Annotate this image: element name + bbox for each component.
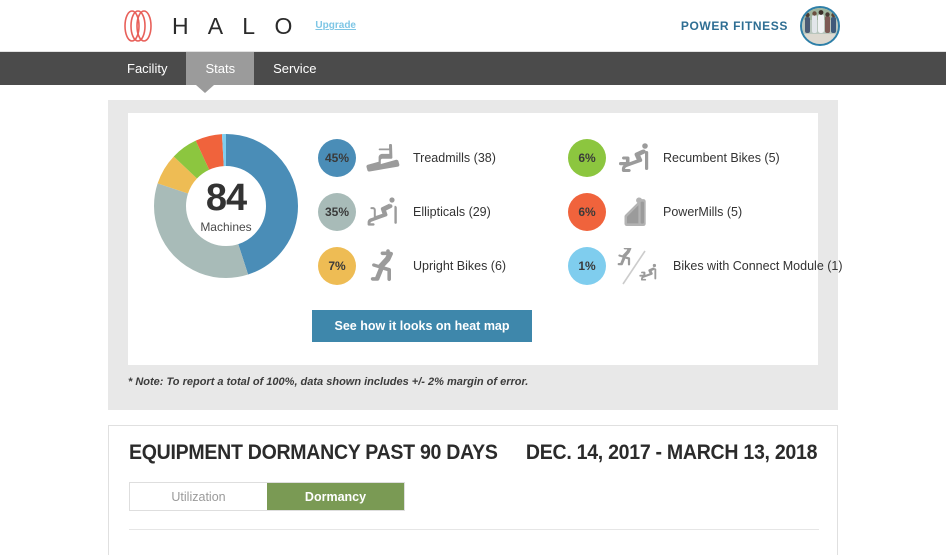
list-item[interactable]: 35% Ellipticals (29) <box>318 185 506 239</box>
logo-wordmark: H A L O <box>172 13 300 39</box>
donut-center-label: 84 Machines <box>150 130 302 282</box>
machines-total: 84 <box>205 176 247 219</box>
active-tab-pointer <box>196 85 214 93</box>
list-item[interactable]: 6% PowerMills (5) <box>568 185 843 239</box>
margin-of-error-note: * Note: To report a total of 100%, data … <box>128 376 529 388</box>
nav-item-stats[interactable]: Stats <box>186 52 255 85</box>
treadmill-icon <box>365 140 405 176</box>
legend-column-left: 45% Treadmills (38) 35% Ellipticals (29)… <box>318 131 506 293</box>
status-badge: 6% <box>568 193 606 231</box>
dormancy-panel: EQUIPMENT DORMANCY PAST 90 DAYS DEC. 14,… <box>108 425 838 555</box>
nav-items: Facility Stats Service <box>108 52 335 85</box>
app-header: H A L O Upgrade POWER FITNESS <box>0 0 946 52</box>
connect-module-bikes-icon <box>615 245 665 285</box>
metric-toggle: Utilization Dormancy <box>129 482 405 511</box>
powermill-icon <box>615 194 655 230</box>
list-item-label: Ellipticals (29) <box>413 205 491 219</box>
main-nav: Facility Stats Service <box>0 52 946 85</box>
runners-photo-avatar[interactable] <box>800 6 840 46</box>
list-item-label: Upright Bikes (6) <box>413 259 507 273</box>
status-badge: 35% <box>318 193 356 231</box>
upgrade-link[interactable]: Upgrade <box>315 9 356 43</box>
list-item[interactable]: 6% Recumbent Bikes (5) <box>568 131 843 185</box>
stats-panel: 84 Machines 45% Treadmills (38) 35% Elli… <box>108 100 843 410</box>
list-item[interactable]: 45% Treadmills (38) <box>318 131 506 185</box>
account-brand-group[interactable]: POWER FITNESS <box>681 6 840 46</box>
list-item[interactable]: 7% Upright Bikes (6) <box>318 239 506 293</box>
date-range-label: DEC. 14, 2017 - MARCH 13, 2018 <box>525 441 818 464</box>
legend-column-right: 6% Recumbent Bikes (5) 6% PowerMills (5)… <box>568 131 843 293</box>
logo-group[interactable]: H A L O Upgrade <box>118 9 356 43</box>
nav-item-service[interactable]: Service <box>254 52 335 85</box>
nav-item-facility[interactable]: Facility <box>108 52 186 85</box>
list-item-label: Bikes with Connect Module (1) <box>673 259 843 273</box>
page-title: EQUIPMENT DORMANCY PAST 90 DAYS <box>129 441 498 464</box>
toggle-option-dormancy[interactable]: Dormancy <box>267 483 404 510</box>
list-item[interactable]: 1% Bikes with Connect Module (1) <box>568 239 843 293</box>
list-item-label: PowerMills (5) <box>663 205 743 219</box>
toggle-option-utilization[interactable]: Utilization <box>130 483 267 510</box>
elliptical-icon <box>365 194 405 230</box>
machines-donut-chart: 84 Machines <box>150 130 302 282</box>
status-badge: 6% <box>568 139 606 177</box>
section-divider <box>129 529 819 530</box>
upright-bike-icon <box>365 248 405 284</box>
machines-total-label: Machines <box>200 219 252 234</box>
list-item-label: Treadmills (38) <box>413 151 496 165</box>
recumbent-bike-icon <box>615 140 655 176</box>
list-item-label: Recumbent Bikes (5) <box>663 151 780 165</box>
heat-map-button[interactable]: See how it looks on heat map <box>312 310 532 342</box>
brand-name: POWER FITNESS <box>680 19 788 33</box>
status-badge: 1% <box>568 247 606 285</box>
halo-rings-logo <box>118 9 162 43</box>
status-badge: 7% <box>318 247 356 285</box>
status-badge: 45% <box>318 139 356 177</box>
